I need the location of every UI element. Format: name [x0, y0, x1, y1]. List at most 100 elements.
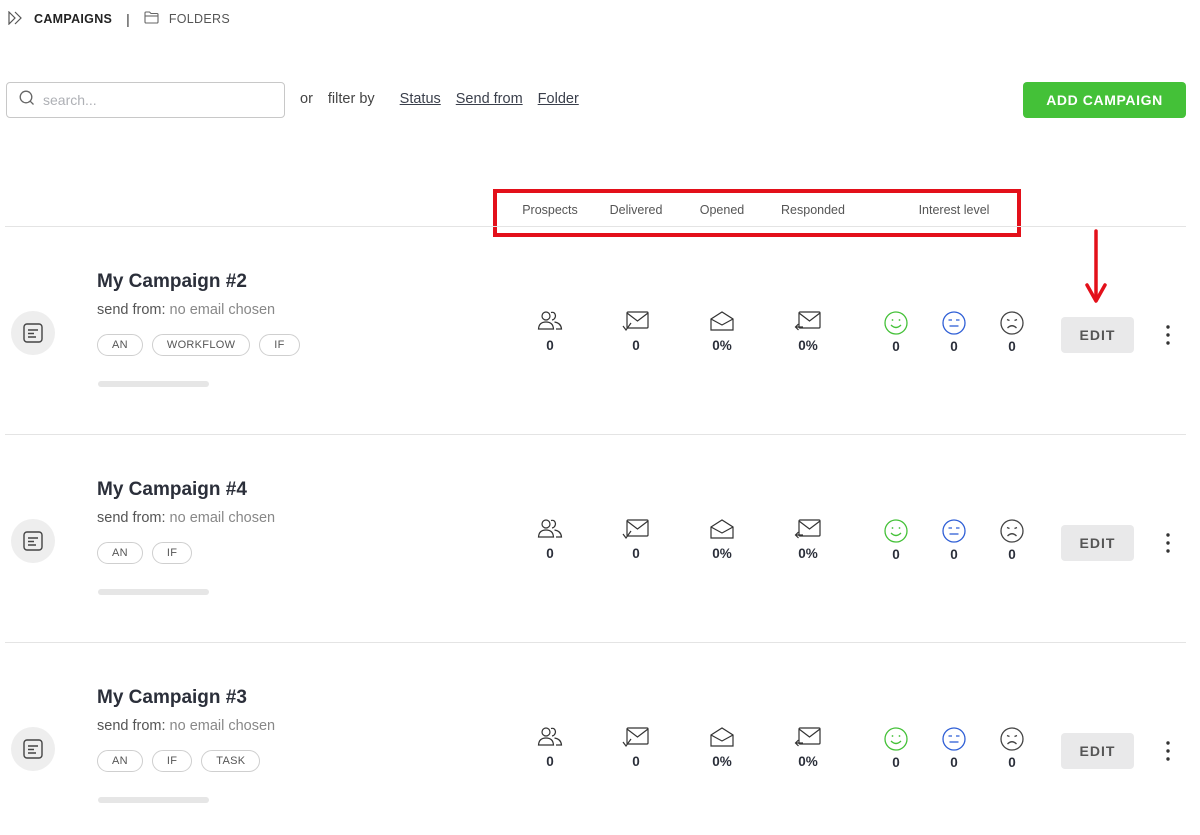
campaign-row: My Campaign #3 send from: no email chose… — [0, 643, 1200, 835]
send-from-label: send from: — [97, 510, 166, 526]
filter-send-from-link[interactable]: Send from — [456, 91, 523, 107]
interest-negative-count: 0 — [1008, 339, 1016, 354]
filter-status-link[interactable]: Status — [400, 91, 441, 107]
prospects-stat: 0 — [520, 518, 580, 561]
opened-stat: 0% — [692, 310, 752, 353]
campaign-title[interactable]: My Campaign #4 — [97, 479, 247, 501]
interest-negative-stat: 0 — [982, 726, 1042, 770]
send-from-label: send from: — [97, 718, 166, 734]
mail-reply-icon — [778, 310, 838, 332]
neutral-face-icon — [924, 518, 984, 544]
interest-negative-stat: 0 — [982, 518, 1042, 562]
users-icon — [520, 310, 580, 332]
tag-list: AN WORKFLOW IF — [97, 334, 300, 356]
frown-icon — [982, 518, 1042, 544]
users-icon — [520, 726, 580, 748]
send-from: send from: no email chosen — [97, 510, 275, 526]
interest-positive-count: 0 — [892, 755, 900, 770]
interest-neutral-count: 0 — [950, 755, 958, 770]
interest-neutral-stat: 0 — [924, 310, 984, 354]
double-chevron-right-icon — [8, 10, 24, 28]
responded-rate: 0% — [798, 338, 818, 353]
mail-open-icon — [692, 518, 752, 540]
delivered-stat: 0 — [606, 726, 666, 769]
add-campaign-button[interactable]: ADD CAMPAIGN — [1023, 82, 1186, 118]
more-options-icon[interactable] — [1158, 322, 1178, 348]
responded-stat: 0% — [778, 518, 838, 561]
opened-rate: 0% — [712, 338, 732, 353]
interest-positive-stat: 0 — [866, 518, 926, 562]
nav-folders-label: FOLDERS — [168, 12, 230, 26]
mail-open-icon — [692, 726, 752, 748]
send-from-label: send from: — [97, 302, 166, 318]
filter-bar: or filter by Status Send from Folder — [300, 91, 594, 107]
annotation-arrow-icon — [1084, 229, 1108, 310]
campaign-row: My Campaign #2 send from: no email chose… — [0, 227, 1200, 435]
mail-reply-icon — [778, 518, 838, 540]
tag: WORKFLOW — [151, 334, 251, 356]
campaign-title[interactable]: My Campaign #2 — [97, 271, 247, 293]
mail-delivered-icon — [606, 726, 666, 748]
more-options-icon[interactable] — [1158, 530, 1178, 556]
send-from-value: no email chosen — [169, 302, 276, 318]
delivered-stat: 0 — [606, 310, 666, 353]
frown-icon — [982, 726, 1042, 752]
tag: IF — [151, 542, 193, 564]
campaign-document-icon — [11, 311, 55, 355]
campaign-progress-bar — [98, 797, 209, 803]
mail-reply-icon — [778, 726, 838, 748]
send-from-value: no email chosen — [169, 510, 276, 526]
interest-positive-stat: 0 — [866, 310, 926, 354]
campaign-progress-bar — [98, 589, 209, 595]
prospects-stat: 0 — [520, 310, 580, 353]
tag: IF — [259, 334, 300, 356]
delivered-stat: 0 — [606, 518, 666, 561]
interest-negative-stat: 0 — [982, 310, 1042, 354]
prospects-count: 0 — [546, 754, 554, 769]
neutral-face-icon — [924, 726, 984, 752]
interest-negative-count: 0 — [1008, 547, 1016, 562]
responded-rate: 0% — [798, 754, 818, 769]
filter-by-label: filter by — [327, 91, 375, 107]
prospects-count: 0 — [546, 338, 554, 353]
prospects-stat: 0 — [520, 726, 580, 769]
breadcrumb: CAMPAIGNS | FOLDERS — [8, 10, 230, 28]
responded-stat: 0% — [778, 726, 838, 769]
interest-neutral-stat: 0 — [924, 518, 984, 562]
smile-icon — [866, 518, 926, 544]
opened-stat: 0% — [692, 518, 752, 561]
filter-folder-link[interactable]: Folder — [538, 91, 579, 107]
opened-stat: 0% — [692, 726, 752, 769]
more-options-icon[interactable] — [1158, 738, 1178, 764]
interest-positive-count: 0 — [892, 547, 900, 562]
opened-rate: 0% — [712, 546, 732, 561]
search-icon — [19, 90, 35, 111]
campaign-row: My Campaign #4 send from: no email chose… — [0, 435, 1200, 643]
tag: AN — [97, 542, 143, 564]
nav-campaigns[interactable]: CAMPAIGNS — [8, 10, 112, 28]
tag: AN — [97, 750, 143, 772]
edit-button[interactable]: EDIT — [1061, 733, 1134, 769]
mail-open-icon — [692, 310, 752, 332]
opened-rate: 0% — [712, 754, 732, 769]
search-box[interactable] — [6, 82, 285, 118]
tag: IF — [151, 750, 193, 772]
search-input[interactable] — [43, 92, 263, 108]
nav-separator: | — [126, 11, 130, 27]
nav-folders[interactable]: FOLDERS — [144, 11, 230, 27]
campaign-title[interactable]: My Campaign #3 — [97, 687, 247, 709]
frown-icon — [982, 310, 1042, 336]
tag-list: AN IF — [97, 542, 193, 564]
prospects-count: 0 — [546, 546, 554, 561]
responded-stat: 0% — [778, 310, 838, 353]
mail-delivered-icon — [606, 310, 666, 332]
send-from-value: no email chosen — [169, 718, 276, 734]
interest-neutral-stat: 0 — [924, 726, 984, 770]
interest-positive-stat: 0 — [866, 726, 926, 770]
folder-icon — [144, 11, 159, 27]
edit-button[interactable]: EDIT — [1061, 525, 1134, 561]
edit-button[interactable]: EDIT — [1061, 317, 1134, 353]
interest-positive-count: 0 — [892, 339, 900, 354]
neutral-face-icon — [924, 310, 984, 336]
campaign-document-icon — [11, 519, 55, 563]
